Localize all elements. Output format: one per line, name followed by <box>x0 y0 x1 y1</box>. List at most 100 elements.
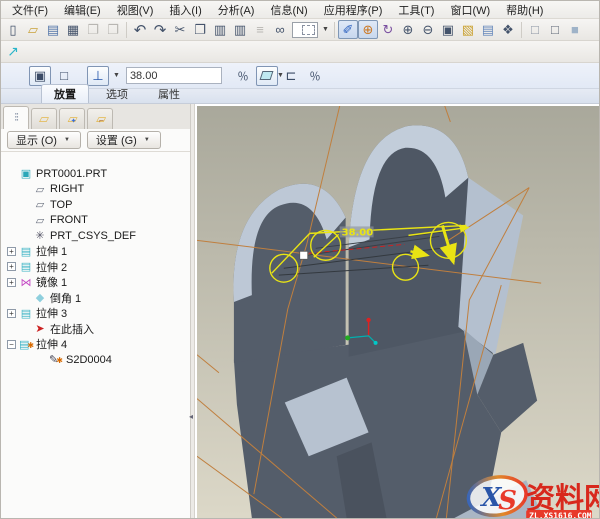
menu-insert[interactable]: 插入(I) <box>161 1 209 19</box>
expand-icon[interactable]: + <box>7 262 16 271</box>
selection-filter-box[interactable] <box>292 22 318 38</box>
expand-icon[interactable]: + <box>7 247 16 256</box>
tree-item-sketch[interactable]: ✎✱S2D0004 <box>7 352 190 368</box>
refit-icon[interactable]: ▣ <box>438 20 458 39</box>
show-dropdown-icon: ▼ <box>62 137 72 143</box>
tab-properties[interactable]: 属性 <box>145 84 193 103</box>
named-views-icon[interactable]: ▧ <box>458 20 478 39</box>
surface-toggle-button[interactable]: □ <box>53 66 75 86</box>
menu-applications[interactable]: 应用程序(P) <box>316 1 391 19</box>
part-model[interactable] <box>233 125 544 518</box>
tree-item-top-plane[interactable]: ▱TOP <box>7 197 190 213</box>
extrude-tool-icon[interactable]: ↗ <box>3 42 23 61</box>
menu-analysis[interactable]: 分析(A) <box>210 1 263 19</box>
remove-material-button[interactable] <box>256 66 278 86</box>
datum-plane-icon: ▱ <box>33 183 47 196</box>
solid-toggle-button[interactable]: ▣ <box>29 66 51 86</box>
find-icon[interactable]: ∞ <box>270 20 290 39</box>
model-canvas: 38.00 X S 资料网 <box>197 106 599 518</box>
tab-placement[interactable]: 放置 <box>41 84 89 103</box>
save-copy-icon[interactable]: ❐ <box>83 20 103 39</box>
navigator-buttons: 显示 (O)▼ 设置 (G)▼ <box>1 129 190 152</box>
menu-edit[interactable]: 编辑(E) <box>56 1 109 19</box>
tree-item-extrude-2[interactable]: +▤拉伸 2 <box>7 259 190 275</box>
menu-info[interactable]: 信息(N) <box>262 1 315 19</box>
tree-item-extrude-3[interactable]: +▤拉伸 3 <box>7 306 190 322</box>
flip-material-side-icon[interactable]: ％ <box>304 66 326 86</box>
wireframe-display-icon[interactable]: □ <box>525 20 545 39</box>
open-file-icon[interactable]: ▱ <box>23 20 43 39</box>
zoom-out-icon[interactable]: ⊖ <box>418 20 438 39</box>
menu-view[interactable]: 视图(V) <box>109 1 162 19</box>
menu-file[interactable]: 文件(F) <box>4 1 56 19</box>
tab-options[interactable]: 选项 <box>93 84 141 103</box>
tree-item-insert-here[interactable]: ➤在此插入 <box>7 321 190 337</box>
tree-item-part[interactable]: ▣PRT0001.PRT <box>7 166 190 182</box>
spin-center-icon[interactable]: ⊕ <box>358 20 378 39</box>
paste-special-icon[interactable]: ▥ <box>230 20 250 39</box>
paste-icon[interactable]: ▥ <box>210 20 230 39</box>
connections-icon: ▱⌐ <box>96 111 104 127</box>
depth-option-button[interactable]: ⊥ <box>87 66 109 86</box>
tab-connections[interactable]: ▱⌐ <box>87 108 113 129</box>
graphics-viewport[interactable]: 38.00 X S 资料网 <box>195 104 599 518</box>
shaded-display-icon[interactable]: ■ <box>565 20 585 39</box>
menu-help[interactable]: 帮助(H) <box>498 1 551 19</box>
depth-option-dropdown-icon[interactable]: ▼ <box>111 72 122 79</box>
selection-filter-dropdown-icon[interactable]: ▼ <box>320 26 331 33</box>
selection-filter-icon <box>302 25 315 35</box>
tab-folder-browser[interactable]: ▱ <box>31 108 57 129</box>
tree-item-chamfer-1[interactable]: ◆倒角 1 <box>7 290 190 306</box>
extrude-feature-icon: ▤ <box>19 245 33 258</box>
extrude-feature-icon: ▤ <box>19 260 33 273</box>
copy-icon[interactable]: ❐ <box>190 20 210 39</box>
tree-item-extrude-4[interactable]: −▤✱拉伸 4 <box>7 337 190 353</box>
navigator-tab-strip: ⫶⫶ ▱ ▱✦ ▱⌐ <box>1 104 190 129</box>
view-manager-icon[interactable]: ❖ <box>498 20 518 39</box>
redo-icon[interactable]: ↷ <box>150 20 170 39</box>
depth-value-combo[interactable]: ▼ <box>126 67 222 84</box>
extrude-feature-pending-icon: ▤✱ <box>19 338 33 351</box>
cut-icon[interactable]: ✂ <box>170 20 190 39</box>
mirror-feature-icon: ⋈ <box>19 276 33 289</box>
undo-icon[interactable]: ↶ <box>130 20 150 39</box>
application-window: 文件(F) 编辑(E) 视图(V) 插入(I) 分析(A) 信息(N) 应用程序… <box>0 0 600 519</box>
print-icon[interactable]: ▦ <box>63 20 83 39</box>
repaint-icon[interactable]: ✐ <box>338 20 358 39</box>
layers-icon[interactable]: ▤ <box>478 20 498 39</box>
depth-dimension-label[interactable]: 38.00 <box>342 227 374 238</box>
splitter-collapse-icon[interactable]: ◂ <box>189 412 193 421</box>
tree-item-right-plane[interactable]: ▱RIGHT <box>7 182 190 198</box>
insert-here-icon: ➤ <box>33 322 47 335</box>
toolbar-separator <box>334 22 335 38</box>
collapse-icon[interactable]: − <box>7 340 16 349</box>
feature-toolbar: ↗ <box>1 41 599 63</box>
remove-material-icon <box>260 71 274 80</box>
expand-icon[interactable]: + <box>7 278 16 287</box>
menu-window[interactable]: 窗口(W) <box>442 1 498 19</box>
datum-plane-icon: ▱ <box>33 198 47 211</box>
expand-icon[interactable]: + <box>7 309 16 318</box>
zoom-in-icon[interactable]: ⊕ <box>398 20 418 39</box>
save-file-icon[interactable]: ▤ <box>43 20 63 39</box>
hidden-line-display-icon[interactable]: □ <box>545 20 565 39</box>
drag-handle[interactable] <box>300 251 308 259</box>
thin-feature-icon[interactable]: ⊏ <box>280 66 302 86</box>
settings-button[interactable]: 设置 (G)▼ <box>87 131 161 149</box>
tree-item-extrude-1[interactable]: +▤拉伸 1 <box>7 244 190 260</box>
show-button[interactable]: 显示 (O)▼ <box>7 131 81 149</box>
sketch-pending-icon: ✎✱ <box>49 353 63 366</box>
tab-model-tree[interactable]: ⫶⫶ <box>3 106 29 129</box>
new-file-icon[interactable]: ▯ <box>3 20 23 39</box>
navigator-panel: ⫶⫶ ▱ ▱✦ ▱⌐ 显示 (O)▼ 设置 (G)▼ ▣PRT0001.PRT … <box>1 104 191 518</box>
feature-dashboard: ▣ □ ⊥ ▼ ▼ ％ ⊏ ％ <box>1 63 599 89</box>
format-icon[interactable]: ≡ <box>250 20 270 39</box>
tree-item-mirror-1[interactable]: +⋈镜像 1 <box>7 275 190 291</box>
tree-item-front-plane[interactable]: ▱FRONT <box>7 213 190 229</box>
flip-direction-icon[interactable]: ％ <box>232 66 254 86</box>
menu-tools[interactable]: 工具(T) <box>390 1 442 19</box>
backup-icon[interactable]: ❐ <box>103 20 123 39</box>
orient-mode-icon[interactable]: ↻ <box>378 20 398 39</box>
tree-item-csys[interactable]: ✳PRT_CSYS_DEF <box>7 228 190 244</box>
tab-favorites[interactable]: ▱✦ <box>59 108 85 129</box>
